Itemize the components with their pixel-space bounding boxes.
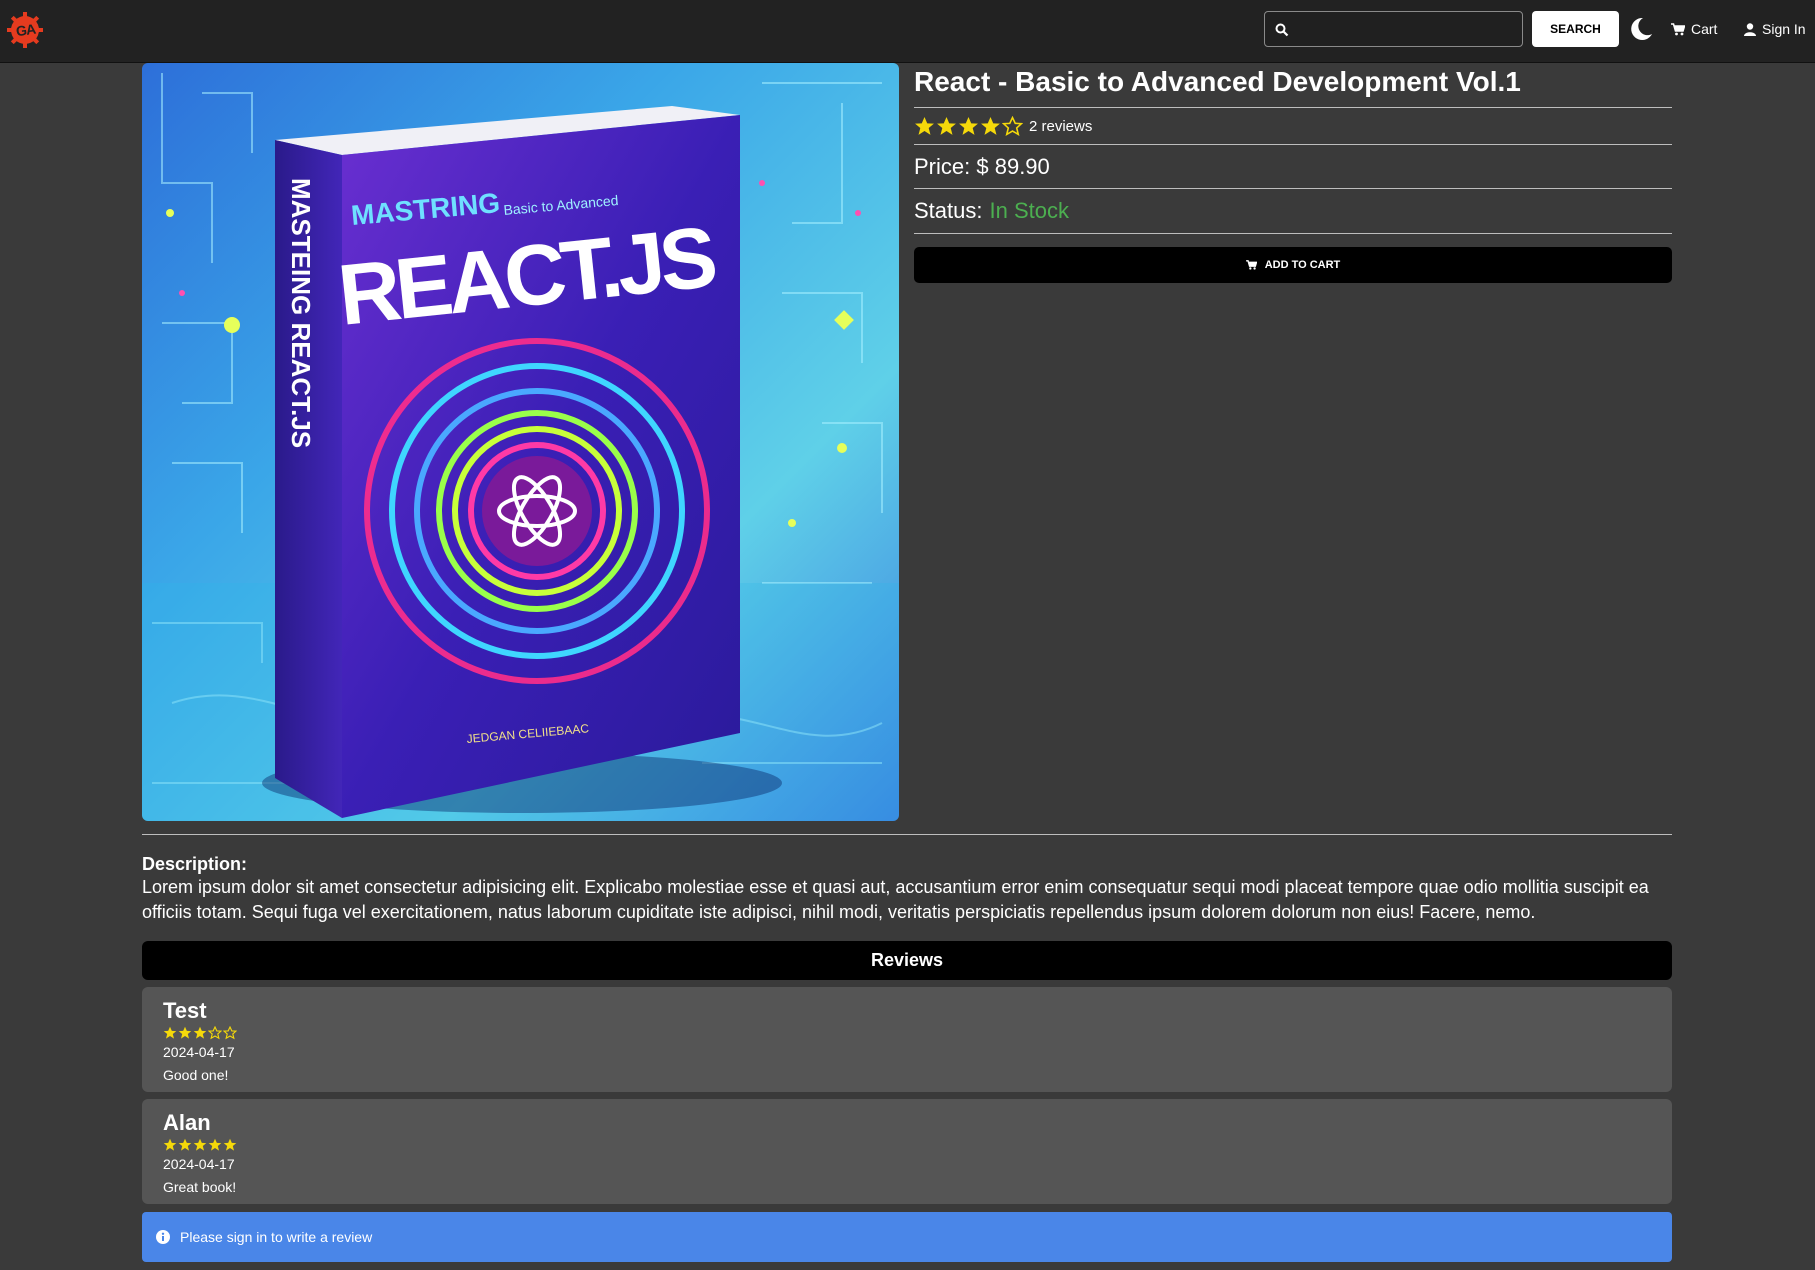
info-icon: [156, 1230, 170, 1244]
star-full-icon: [981, 116, 1000, 135]
status-row: Status: In Stock: [914, 188, 1672, 233]
navbar: GA SEARCH Cart Sign In: [0, 0, 1815, 63]
star-full-icon: [178, 1026, 192, 1039]
spine-text: MASTEING REACT.JS: [286, 178, 316, 448]
rating-row: 2 reviews: [914, 107, 1672, 144]
star-empty-icon: [208, 1026, 222, 1040]
add-to-cart-button[interactable]: ADD TO CART: [914, 247, 1672, 283]
logo[interactable]: GA: [6, 11, 44, 49]
review-card: Test 2024-04-17 Good one!: [142, 987, 1672, 1092]
star-empty-icon: [1002, 115, 1023, 136]
alert-text: Please sign in to write a review: [180, 1229, 373, 1245]
reviews-header: Reviews: [142, 941, 1672, 980]
review-card: Alan 2024-04-17 Great book!: [142, 1099, 1672, 1204]
star-full-icon: [937, 116, 956, 135]
search-icon: [1275, 23, 1289, 37]
star-full-icon: [223, 1138, 237, 1151]
section-divider: [142, 834, 1672, 835]
status-label: Status:: [914, 198, 983, 223]
product-info: React - Basic to Advanced Development Vo…: [914, 63, 1672, 283]
star-full-icon: [163, 1138, 177, 1151]
price-row: Price: $ 89.90: [914, 144, 1672, 188]
cart-link[interactable]: Cart: [1671, 19, 1717, 39]
review-stars: [163, 1138, 1651, 1152]
search-button[interactable]: SEARCH: [1532, 11, 1619, 47]
star-full-icon: [959, 116, 978, 135]
description-label: Description:: [142, 854, 248, 874]
star-full-icon: [915, 116, 934, 135]
review-comment: Good one!: [163, 1067, 229, 1083]
add-to-cart-label: ADD TO CART: [1264, 259, 1341, 271]
review-date: 2024-04-17: [163, 1156, 235, 1172]
search-input[interactable]: [1295, 14, 1515, 44]
moon-icon[interactable]: [1628, 15, 1654, 43]
cart-icon: [1671, 22, 1685, 35]
status-badge: In Stock: [989, 198, 1069, 223]
sign-in-link[interactable]: Sign In: [1744, 19, 1806, 39]
star-empty-icon: [223, 1026, 237, 1040]
review-comment: Great book!: [163, 1179, 237, 1195]
divider: [914, 233, 1672, 247]
product-image: MASTRING Basic to Advanced REACT.JS JEDG…: [142, 63, 899, 821]
star-full-icon: [193, 1138, 207, 1151]
price-value: $ 89.90: [976, 153, 1050, 179]
price-label: Price:: [914, 153, 971, 179]
star-full-icon: [178, 1138, 192, 1151]
star-full-icon: [193, 1026, 207, 1039]
reviews-count: 2 reviews: [1029, 117, 1093, 135]
description-text: Lorem ipsum dolor sit amet consectetur a…: [142, 877, 1649, 922]
product-title: React - Basic to Advanced Development Vo…: [914, 66, 1521, 97]
user-icon: [1744, 22, 1756, 36]
logo-text: GA: [14, 20, 36, 40]
cart-icon: [1245, 260, 1257, 270]
review-stars: [163, 1026, 1651, 1040]
description: Description: Lorem ipsum dolor sit amet …: [142, 853, 1672, 925]
review-date: 2024-04-17: [163, 1044, 235, 1060]
review-author: Test: [163, 998, 207, 1023]
review-author: Alan: [163, 1110, 211, 1135]
star-full-icon: [208, 1138, 222, 1151]
cart-label: Cart: [1691, 21, 1718, 37]
star-full-icon: [163, 1026, 177, 1039]
sign-in-label: Sign In: [1762, 21, 1806, 37]
sign-in-alert: Please sign in to write a review: [142, 1212, 1672, 1262]
rating-stars: [914, 115, 1023, 137]
search-box: [1264, 11, 1523, 47]
